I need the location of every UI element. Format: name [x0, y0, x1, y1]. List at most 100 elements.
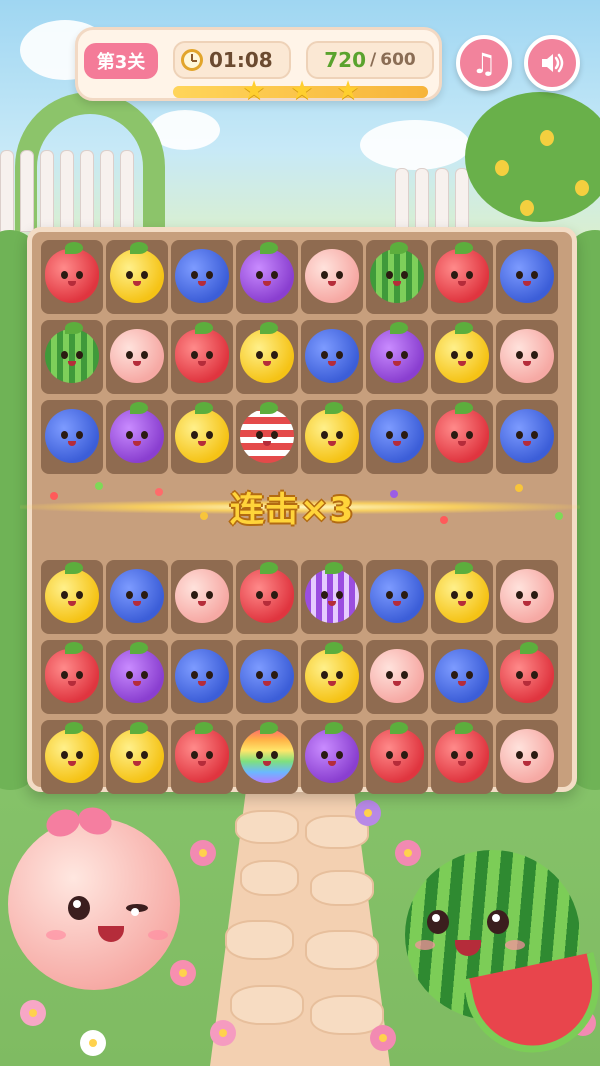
- board-cell[interactable]: [106, 560, 168, 634]
- board-cell[interactable]: [496, 560, 558, 634]
- board-cell[interactable]: [171, 240, 233, 314]
- board-cell[interactable]: [366, 640, 428, 714]
- strawberry-tile[interactable]: [175, 322, 229, 383]
- lemon-tile[interactable]: [305, 402, 359, 463]
- strawberry-tile[interactable]: [45, 642, 99, 703]
- strawberry-tile[interactable]: [370, 722, 424, 783]
- lemon-tile[interactable]: [240, 322, 294, 383]
- blueberry-tile[interactable]: [370, 409, 424, 463]
- board-cell[interactable]: [236, 240, 298, 314]
- music-toggle-button[interactable]: ♫: [456, 35, 512, 91]
- board-cell[interactable]: [41, 320, 103, 394]
- board-cell[interactable]: [41, 400, 103, 474]
- board-cell[interactable]: [301, 240, 363, 314]
- board-cell[interactable]: [366, 240, 428, 314]
- peach-tile[interactable]: [370, 649, 424, 703]
- lemon-tile[interactable]: [45, 722, 99, 783]
- flower: [370, 1025, 396, 1051]
- peach-tile[interactable]: [110, 329, 164, 383]
- strawberry-tile[interactable]: [435, 242, 489, 303]
- grape-tile[interactable]: [240, 242, 294, 303]
- board-cell[interactable]: [366, 320, 428, 394]
- blueberry-tile[interactable]: [175, 249, 229, 303]
- board-cell[interactable]: [171, 320, 233, 394]
- board-cell[interactable]: [496, 240, 558, 314]
- strawberry-tile[interactable]: [240, 562, 294, 623]
- lemon-tile[interactable]: [110, 242, 164, 303]
- board-cell[interactable]: [236, 320, 298, 394]
- board-cell[interactable]: [366, 720, 428, 794]
- board-cell[interactable]: [496, 720, 558, 794]
- board-cell[interactable]: [171, 560, 233, 634]
- strawberry-tile[interactable]: [500, 642, 554, 703]
- blueberry-tile[interactable]: [110, 569, 164, 623]
- board-cell[interactable]: [301, 560, 363, 634]
- peach-tile[interactable]: [500, 569, 554, 623]
- lemon-tile[interactable]: [175, 402, 229, 463]
- board-cell[interactable]: [496, 320, 558, 394]
- board-cell[interactable]: [431, 560, 493, 634]
- lemon-tile[interactable]: [435, 322, 489, 383]
- blueberry-tile[interactable]: [500, 409, 554, 463]
- blueberry-tile[interactable]: [500, 249, 554, 303]
- board-cell[interactable]: [431, 240, 493, 314]
- lemon-tile[interactable]: [435, 562, 489, 623]
- lemon-tile[interactable]: [305, 642, 359, 703]
- rainbow-tile[interactable]: [240, 722, 294, 783]
- board-cell[interactable]: [171, 720, 233, 794]
- board-cell[interactable]: [301, 320, 363, 394]
- board-cell[interactable]: [106, 240, 168, 314]
- board-cell[interactable]: [236, 560, 298, 634]
- board-cell[interactable]: [236, 640, 298, 714]
- board-cell[interactable]: [366, 560, 428, 634]
- blueberry-tile[interactable]: [175, 649, 229, 703]
- board-cell[interactable]: [301, 720, 363, 794]
- sound-toggle-button[interactable]: [524, 35, 580, 91]
- blueberry-tile[interactable]: [370, 569, 424, 623]
- peach-tile[interactable]: [500, 729, 554, 783]
- grape-tile[interactable]: [305, 722, 359, 783]
- striped-peach-tile[interactable]: [240, 402, 294, 463]
- blueberry-tile[interactable]: [435, 649, 489, 703]
- board-cell: [236, 480, 298, 554]
- board-cell[interactable]: [496, 640, 558, 714]
- strawberry-tile[interactable]: [435, 722, 489, 783]
- strawberry-tile[interactable]: [435, 402, 489, 463]
- peach-tile[interactable]: [175, 569, 229, 623]
- strawberry-tile[interactable]: [175, 722, 229, 783]
- board-cell[interactable]: [41, 560, 103, 634]
- board-cell[interactable]: [236, 720, 298, 794]
- lemon-tile[interactable]: [45, 562, 99, 623]
- lemon-tile[interactable]: [110, 722, 164, 783]
- board-cell[interactable]: [301, 640, 363, 714]
- board-cell[interactable]: [236, 400, 298, 474]
- grape-tile[interactable]: [110, 402, 164, 463]
- board-cell[interactable]: [171, 400, 233, 474]
- blueberry-tile[interactable]: [305, 329, 359, 383]
- blueberry-tile[interactable]: [240, 649, 294, 703]
- grape-tile[interactable]: [370, 322, 424, 383]
- board-cell[interactable]: [106, 640, 168, 714]
- blueberry-tile[interactable]: [45, 409, 99, 463]
- grape-tile[interactable]: [110, 642, 164, 703]
- strawberry-tile[interactable]: [45, 242, 99, 303]
- watermelon-tile[interactable]: [370, 242, 424, 303]
- peach-tile[interactable]: [305, 249, 359, 303]
- board-cell[interactable]: [41, 240, 103, 314]
- board-cell[interactable]: [366, 400, 428, 474]
- watermelon-tile[interactable]: [45, 322, 99, 383]
- board-cell[interactable]: [41, 640, 103, 714]
- board-cell[interactable]: [431, 320, 493, 394]
- board-cell[interactable]: [496, 400, 558, 474]
- board-cell[interactable]: [106, 720, 168, 794]
- board-cell[interactable]: [431, 720, 493, 794]
- board-cell[interactable]: [171, 640, 233, 714]
- peach-tile[interactable]: [500, 329, 554, 383]
- board-cell[interactable]: [301, 400, 363, 474]
- board-cell[interactable]: [106, 320, 168, 394]
- board-cell[interactable]: [41, 720, 103, 794]
- striped-grape-tile[interactable]: [305, 562, 359, 623]
- board-cell[interactable]: [431, 400, 493, 474]
- board-cell[interactable]: [431, 640, 493, 714]
- board-cell[interactable]: [106, 400, 168, 474]
